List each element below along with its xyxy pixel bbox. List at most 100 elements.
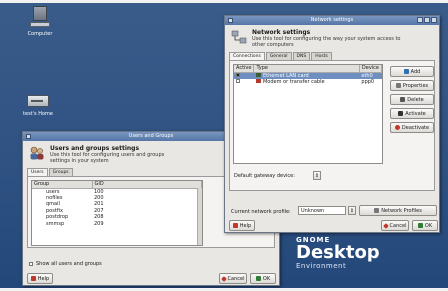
show-all-checkbox[interactable]: [29, 262, 33, 266]
ethernet-icon: [255, 72, 261, 77]
computer-desktop-icon[interactable]: Computer: [20, 6, 60, 37]
spinner-arrows-icon: ⇕: [314, 173, 320, 179]
connection-type: Ethernet LAN card: [262, 72, 309, 79]
help-icon: [30, 276, 36, 281]
delete-button[interactable]: Delete: [390, 94, 434, 105]
network-heading: Network settings: [252, 29, 311, 36]
show-all-label: Show all users and groups: [36, 261, 102, 267]
cancel-icon: [382, 222, 389, 229]
network-profiles-button[interactable]: Network Profiles: [359, 205, 437, 216]
properties-button[interactable]: Properties: [390, 80, 434, 91]
activate-button[interactable]: Activate: [390, 108, 434, 119]
table-row[interactable]: Modem or transfer cable ppp0: [234, 78, 382, 86]
properties-icon: [395, 83, 401, 88]
users-ok-button[interactable]: OK: [250, 273, 276, 284]
minimize-icon[interactable]: [417, 17, 423, 23]
active-checkbox[interactable]: [236, 73, 240, 77]
users-description: Use this tool for configuring users and …: [50, 152, 165, 164]
users-icon: [29, 145, 45, 161]
connection-type: Modem or transfer cable: [262, 78, 325, 85]
groups-table-container: Group GID users 100 nofiles 200 qmail 201 p…: [31, 180, 203, 246]
users-cancel-button[interactable]: Cancel: [219, 273, 247, 284]
profile-combo[interactable]: Unknown: [298, 206, 346, 215]
network-cancel-button[interactable]: Cancel: [381, 220, 409, 231]
network-settings-window: Network settings Network settings Use th…: [224, 15, 440, 233]
network-tabs: Connections General DNS Hosts: [225, 52, 439, 60]
group-name: smmsp: [46, 220, 65, 227]
network-window-title: Network settings: [310, 17, 354, 23]
network-ok-button[interactable]: OK: [412, 220, 438, 231]
gateway-spinner[interactable]: ⇕: [313, 171, 321, 180]
network-titlebar[interactable]: Network settings: [225, 16, 439, 25]
network-icon: [231, 29, 247, 45]
add-label: Add: [410, 68, 421, 75]
profile-value: Unknown: [301, 208, 325, 214]
modem-icon: [255, 78, 261, 83]
column-active[interactable]: Active: [234, 65, 255, 73]
connection-device: ppp0: [361, 78, 375, 85]
properties-label: Properties: [402, 82, 429, 89]
activate-icon: [398, 111, 404, 116]
network-description: Use this tool for configuring the way yo…: [252, 36, 401, 48]
add-button[interactable]: Add: [390, 66, 434, 77]
tab-users[interactable]: Users: [27, 168, 48, 176]
delete-icon: [400, 97, 406, 102]
home-desktop-icon[interactable]: test's Home: [14, 92, 62, 117]
tab-dns[interactable]: DNS: [292, 52, 311, 60]
tab-connections[interactable]: Connections: [229, 52, 265, 60]
cancel-icon: [220, 275, 227, 282]
window-controls: [417, 17, 437, 23]
chevron-down-icon: ⇕: [349, 208, 355, 214]
deactivate-label: Deactivate: [401, 124, 430, 131]
column-device[interactable]: Device: [359, 65, 382, 73]
window-menu-icon[interactable]: [26, 134, 31, 139]
gateway-label: Default gateway device:: [234, 173, 295, 179]
column-gid[interactable]: GID: [92, 181, 202, 189]
group-gid: 209: [94, 220, 104, 227]
drive-icon: [27, 92, 49, 108]
profile-row: Current network profile:: [231, 209, 291, 215]
network-profiles-label: Network Profiles: [381, 207, 422, 214]
tab-hosts[interactable]: Hosts: [311, 52, 332, 60]
gnome-logo-line3: Environment: [296, 262, 347, 270]
column-group[interactable]: Group: [32, 181, 93, 189]
profile-label: Current network profile:: [231, 209, 291, 215]
help-icon: [232, 223, 238, 228]
network-help-button[interactable]: Help: [229, 220, 255, 231]
gateway-row: Default gateway device:: [234, 173, 299, 179]
connections-table-container: Active Type Device Ethernet LAN card eth…: [233, 64, 383, 164]
gnome-logo: GNOME Desktop Environment: [296, 236, 380, 270]
show-all-row: Show all users and groups: [29, 261, 102, 267]
home-label: test's Home: [23, 111, 53, 117]
groups-table: Group GID users 100 nofiles 200 qmail 201 p…: [32, 181, 202, 227]
tab-groups[interactable]: Groups: [48, 168, 73, 176]
activate-label: Activate: [405, 110, 426, 117]
network-cancel-label: Cancel: [389, 222, 407, 229]
computer-label: Computer: [27, 31, 53, 37]
profile-dropdown-button[interactable]: ⇕: [348, 206, 356, 215]
top-frame: [0, 0, 448, 3]
connections-panel: Active Type Device Ethernet LAN card eth…: [229, 60, 435, 191]
users-heading: Users and groups settings: [50, 145, 140, 152]
network-ok-label: OK: [424, 222, 433, 229]
ok-icon: [255, 276, 261, 281]
add-icon: [403, 69, 409, 74]
tab-general[interactable]: General: [265, 52, 292, 60]
active-checkbox[interactable]: [236, 79, 240, 84]
profiles-icon: [374, 208, 380, 213]
ok-icon: [417, 223, 423, 228]
column-type[interactable]: Type: [253, 65, 360, 73]
users-help-button[interactable]: Help: [27, 273, 53, 284]
groups-scrollbar[interactable]: [197, 188, 202, 245]
close-icon[interactable]: [431, 17, 437, 23]
window-menu-icon[interactable]: [228, 18, 233, 23]
users-window-title: Users and Groups: [128, 133, 174, 139]
table-row[interactable]: smmsp 209: [32, 221, 202, 228]
maximize-icon[interactable]: [424, 17, 430, 23]
users-help-label: Help: [37, 275, 50, 282]
delete-label: Delete: [407, 96, 424, 103]
network-header: Network settings Use this tool for confi…: [225, 25, 439, 52]
users-cancel-label: Cancel: [227, 275, 245, 282]
deactivate-button[interactable]: Deactivate: [390, 122, 434, 133]
users-ok-label: OK: [262, 275, 271, 282]
